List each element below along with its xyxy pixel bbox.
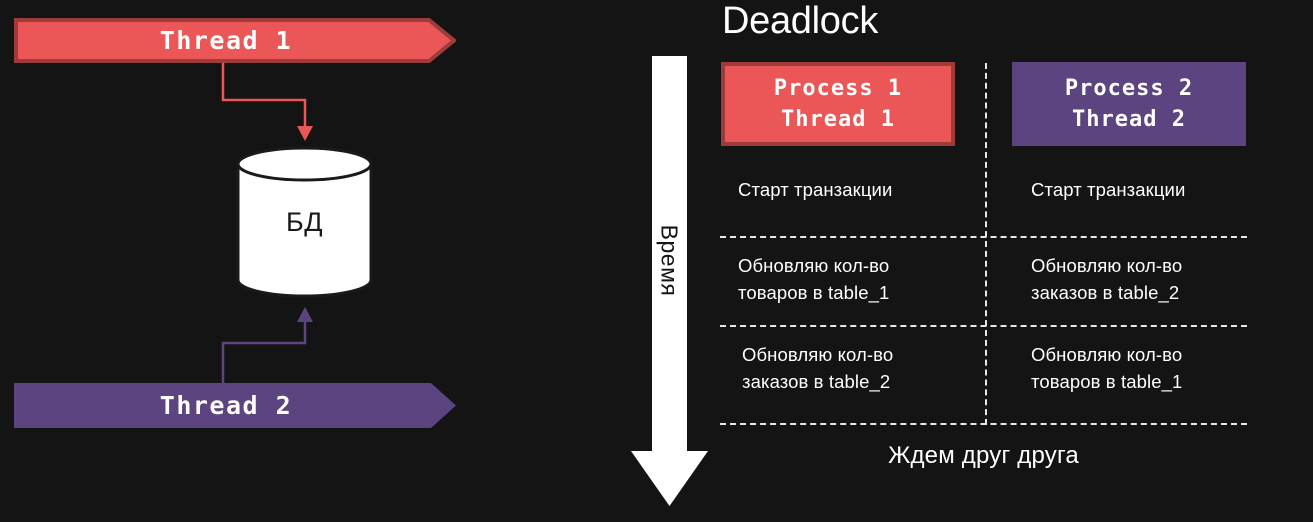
thread-2-to-db-line xyxy=(221,320,307,383)
thread-2-arrowhead xyxy=(297,307,313,322)
process-1-header: Process 1 Thread 1 xyxy=(721,62,955,146)
process-1-line2: Thread 1 xyxy=(781,107,895,132)
table-cell-p1-step2: Обновляю кол-во товаров в table_1 xyxy=(738,255,890,304)
process-2-header: Process 2 Thread 2 xyxy=(1012,62,1246,146)
thread-2-label: Thread 2 xyxy=(159,391,293,420)
thread-1-label: Thread 1 xyxy=(159,26,293,55)
process-2-line2: Thread 2 xyxy=(1072,107,1186,132)
grid-divider-vertical xyxy=(985,63,987,425)
table-cell-p2-step1: Старт транзакции xyxy=(1031,179,1186,200)
page-title: Deadlock xyxy=(722,0,879,42)
grid-divider-1 xyxy=(720,236,1247,238)
process-2-line1: Process 2 xyxy=(1064,75,1194,101)
table-cell-p1-step3: Обновляю кол-во заказов в table_2 xyxy=(742,344,894,393)
footer-note: Ждем друг друга xyxy=(888,442,1079,469)
deadlock-slide: Thread 1 Thread 2 БД Deadlock Время Proc… xyxy=(0,0,1313,522)
time-axis-label: Время xyxy=(656,224,683,296)
thread-1-arrowhead xyxy=(297,126,313,141)
thread-1-banner: Thread 1 xyxy=(14,18,456,63)
grid-divider-3 xyxy=(720,423,1247,425)
process-1-line1: Process 1 xyxy=(773,75,903,101)
database-label: БД xyxy=(285,206,323,237)
table-cell-p1-step1: Старт транзакции xyxy=(738,179,893,200)
thread-2-banner: Thread 2 xyxy=(14,383,456,428)
table-cell-p2-step3: Обновляю кол-во товаров в table_1 xyxy=(1031,344,1183,393)
grid-divider-2 xyxy=(720,325,1247,327)
thread-1-to-db-line xyxy=(221,63,307,128)
table-cell-p2-step2: Обновляю кол-во заказов в table_2 xyxy=(1031,255,1183,304)
